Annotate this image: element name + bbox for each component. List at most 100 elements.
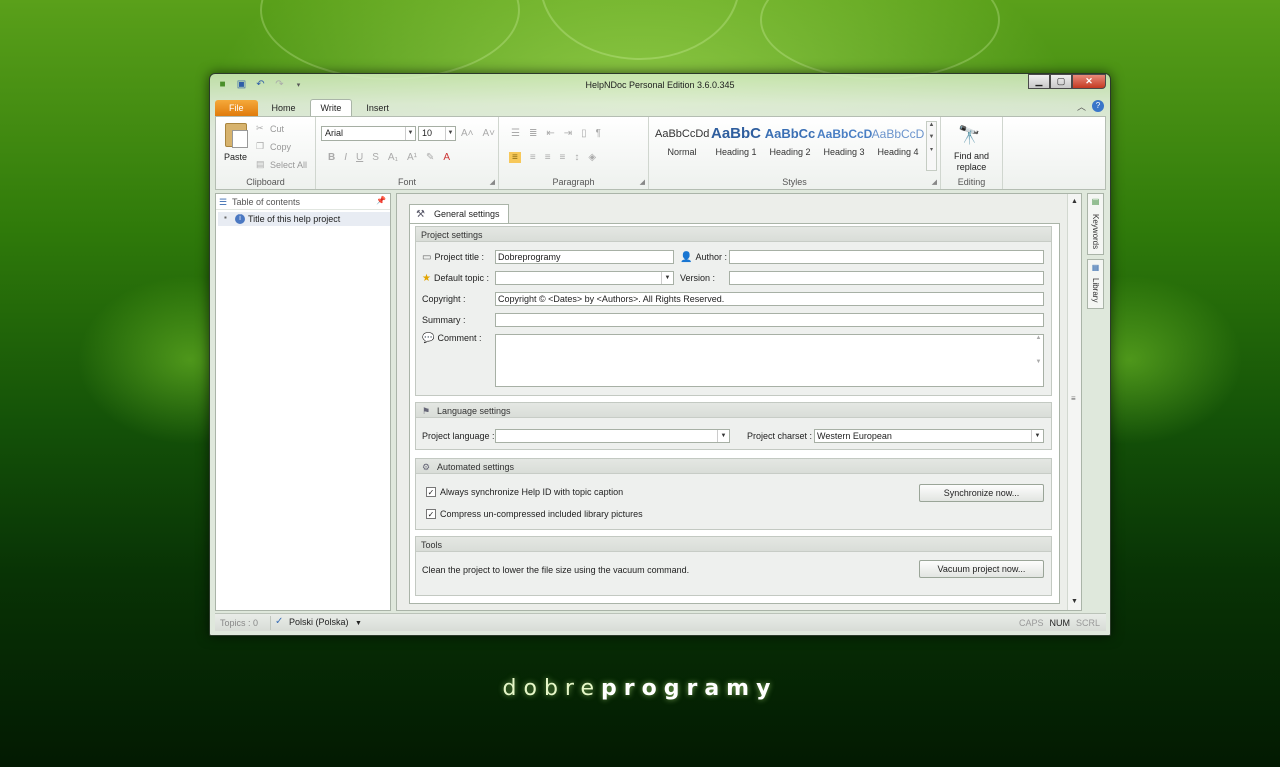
default-topic-label-text: Default topic : (433, 273, 489, 283)
numbered-list-icon[interactable]: ≣ (529, 128, 537, 139)
tab-general-settings[interactable]: ⚒ General settings (409, 204, 509, 224)
library-tab[interactable]: ▦ Library (1087, 259, 1104, 309)
scroll-up-icon[interactable]: ▲ (1068, 196, 1081, 208)
outdent-icon[interactable]: ⇤ (546, 128, 554, 139)
pin-icon[interactable]: 📌 (376, 196, 386, 205)
keywords-tab-icon: ▤ (1091, 197, 1100, 206)
tab-write[interactable]: Write (309, 99, 353, 116)
chevron-down-icon: ▼ (1031, 430, 1043, 442)
author-input[interactable] (729, 250, 1044, 264)
style-heading-2[interactable]: AaBbCc Heading 2 (763, 125, 817, 157)
keyboard-indicators: CAPS NUM SCRL (1019, 618, 1100, 628)
style-sample: AaBbC (710, 125, 761, 142)
version-input[interactable] (729, 271, 1044, 285)
style-heading-4[interactable]: AaBbCcD Heading 4 (871, 125, 925, 157)
superscript-icon[interactable]: A¹ (407, 152, 417, 163)
scroll-down-icon[interactable]: ▼ (1068, 596, 1081, 608)
project-language-label: Project language : (422, 431, 495, 441)
keywords-tab[interactable]: ▤ Keywords (1087, 193, 1104, 255)
style-name: Heading 3 (823, 147, 865, 157)
author-label: 👤 Author : (680, 252, 727, 263)
paragraph-group-label: Paragraph (552, 177, 595, 187)
minimize-ribbon-icon[interactable]: ︿ (1077, 100, 1086, 113)
project-charset-select[interactable]: Western European ▼ (814, 429, 1044, 443)
font-color-icon[interactable]: A (443, 152, 450, 163)
language-label: Polski (Polska) (289, 617, 349, 627)
subscript-icon[interactable]: A₁ (388, 152, 398, 163)
tab-home[interactable]: Home (262, 100, 306, 116)
align-left-icon[interactable]: ≡ (509, 152, 521, 163)
tab-file[interactable]: File (215, 100, 258, 116)
copyright-input[interactable]: Copyright © <Dates> by <Authors>. All Ri… (495, 292, 1044, 306)
comment-scrollbar[interactable]: ▲ ▼ (1034, 335, 1043, 386)
tab-insert[interactable]: Insert (356, 100, 399, 116)
project-charset-label: Project charset : (747, 431, 813, 441)
expand-icon[interactable]: ▪ (224, 213, 227, 222)
help-icon[interactable]: ? (1092, 100, 1104, 112)
bullet-list-icon[interactable]: ☰ (511, 128, 520, 139)
copy-button[interactable]: ❐ Copy (256, 141, 291, 152)
underline-icon[interactable]: U (356, 152, 363, 163)
strikethrough-icon[interactable]: S (372, 152, 379, 163)
paste-button[interactable]: Paste (224, 152, 247, 162)
project-title-input[interactable]: Dobreprogramy (495, 250, 674, 264)
line-spacing-icon[interactable]: ↕ (574, 152, 579, 163)
shrink-font-icon[interactable]: A˅ (483, 128, 496, 139)
summary-label: Summary : (422, 315, 466, 325)
gear-icon: ⚙ (422, 462, 431, 472)
vacuum-description: Clean the project to lower the file size… (422, 565, 690, 575)
dialog-launcher-icon[interactable]: ◢ (640, 178, 645, 186)
find-replace-button[interactable]: Find and replace (941, 151, 1002, 173)
maximize-button[interactable]: ▢ (1050, 74, 1072, 89)
style-heading-3[interactable]: AaBbCcD Heading 3 (817, 125, 872, 157)
grow-font-icon[interactable]: A˄ (461, 128, 474, 139)
editing-group: 🔭 Find and replace Editing (941, 117, 1003, 189)
justify-icon[interactable]: ≡ (560, 152, 566, 163)
language-selector[interactable]: ✓ Polski (Polska) ▼ (270, 616, 362, 630)
checkbox-box[interactable]: ✓ (426, 509, 436, 519)
dialog-launcher-icon[interactable]: ◢ (932, 178, 937, 186)
minimize-button[interactable]: ▁ (1028, 74, 1050, 89)
italic-icon[interactable]: I (344, 152, 347, 163)
select-all-button[interactable]: ▤ Select All (256, 159, 307, 170)
style-normal[interactable]: AaBbCcDd Normal (655, 125, 709, 157)
align-right-icon[interactable]: ≡ (545, 152, 551, 163)
main-scrollbar[interactable]: ▲ ≡ ▼ (1067, 194, 1081, 610)
page-icon[interactable]: ▯ (581, 128, 587, 139)
binoculars-icon[interactable]: 🔭 (958, 125, 980, 146)
vacuum-project-button[interactable]: Vacuum project now... (919, 560, 1044, 578)
chevron-down-icon: ▼ (445, 127, 455, 140)
scroll-grip-icon[interactable]: ≡ (1071, 394, 1076, 403)
checkbox-box[interactable]: ✓ (426, 487, 436, 497)
editing-group-label: Editing (957, 177, 986, 187)
sync-help-id-checkbox[interactable]: ✓ Always synchronize Help ID with topic … (426, 487, 623, 497)
default-topic-select[interactable]: ▼ (495, 271, 674, 285)
paste-icon[interactable] (225, 123, 248, 148)
project-language-select[interactable]: ▼ (495, 429, 730, 443)
user-icon: 👤 (680, 252, 693, 263)
dialog-launcher-icon[interactable]: ◢ (490, 178, 495, 186)
align-center-icon[interactable]: ≡ (530, 152, 536, 163)
summary-input[interactable] (495, 313, 1044, 327)
synchronize-now-button[interactable]: Synchronize now... (919, 484, 1044, 502)
author-label-text: Author : (695, 252, 727, 262)
pilcrow-icon[interactable]: ¶ (596, 128, 601, 139)
comment-textarea[interactable]: ▲ ▼ (495, 334, 1044, 387)
star-icon: ★ (422, 273, 431, 284)
font-family-combo[interactable]: Arial ▼ (321, 126, 416, 141)
bold-icon[interactable]: B (328, 152, 335, 163)
shading-icon[interactable]: ◈ (588, 152, 596, 163)
cut-label: Cut (270, 123, 285, 134)
style-heading-1[interactable]: AaBbC Heading 1 (709, 125, 763, 157)
tree-item[interactable]: ▪ i Title of this help project (218, 212, 390, 226)
chevron-down-icon: ▼ (405, 127, 415, 140)
font-group-label: Font (397, 177, 416, 187)
highlight-icon[interactable]: ✎ (426, 152, 434, 163)
compress-pictures-checkbox[interactable]: ✓ Compress un-compressed included librar… (426, 509, 643, 519)
font-size-combo[interactable]: 10 ▼ (418, 126, 456, 141)
clipboard-group-label: Clipboard (246, 177, 285, 187)
styles-gallery-scroll[interactable]: ▲ ▼ ▾ (926, 121, 937, 171)
cut-button[interactable]: ✂ Cut (256, 123, 284, 134)
indent-icon[interactable]: ⇥ (564, 128, 572, 139)
close-button[interactable]: ✕ (1072, 74, 1106, 89)
